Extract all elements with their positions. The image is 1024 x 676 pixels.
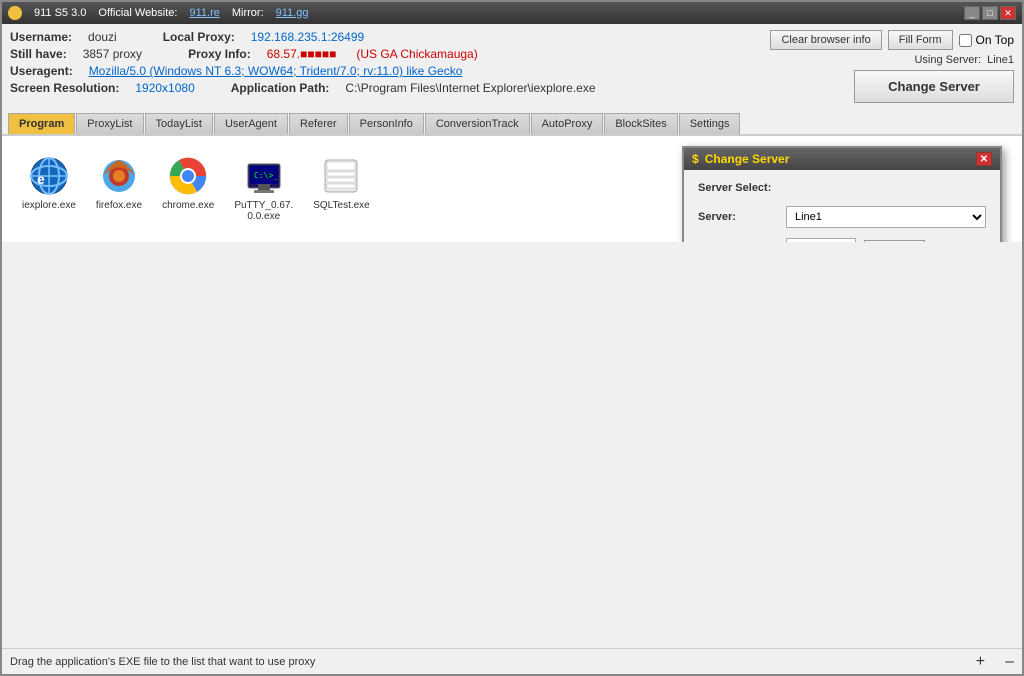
app-title: 911 S5 3.0 <box>34 7 86 19</box>
still-have-label: Still have: <box>10 47 67 61</box>
content-wrapper: e iexplore.exe firef <box>2 136 1022 648</box>
useragent-value: Mozilla/5.0 (Windows NT 6.3; WOW64; Trid… <box>89 64 463 78</box>
dialog-server-label: Server: <box>698 211 778 223</box>
change-server-dialog: $ Change Server ✕ Server Select: Server:… <box>682 146 1002 242</box>
tab-referer[interactable]: Referer <box>289 113 348 134</box>
putty-icon: C:\>_ <box>244 156 284 196</box>
still-have-value: 3857 proxy <box>83 47 142 61</box>
status-drag-text: Drag the application's EXE file to the l… <box>10 656 315 668</box>
app-path-label: Application Path: <box>231 81 330 95</box>
chrome-icon <box>168 156 208 196</box>
dialog-server-select[interactable]: Line1 Line2 Line3 <box>786 206 986 228</box>
iexplore-label: iexplore.exe <box>22 200 76 211</box>
local-proxy-value: 192.168.235.1:26499 <box>251 30 364 44</box>
tab-conversiontrack[interactable]: ConversionTrack <box>425 113 530 134</box>
fill-form-button[interactable]: Fill Form <box>888 30 953 50</box>
app-path-value: C:\Program Files\Internet Explorer\iexpl… <box>345 81 595 95</box>
dialog-server-row: Server: Line1 Line2 Line3 <box>698 206 986 228</box>
firefox-icon <box>99 156 139 196</box>
dialog-section-title: Server Select: <box>698 182 986 194</box>
app-icon-firefox[interactable]: firefox.exe <box>96 156 142 222</box>
tab-autoproxy[interactable]: AutoProxy <box>531 113 604 134</box>
maximize-button[interactable]: □ <box>982 6 998 20</box>
local-proxy-label: Local Proxy: <box>163 30 235 44</box>
proxy-info-label: Proxy Info: <box>188 47 251 61</box>
username-label: Username: <box>10 30 72 44</box>
sqltest-label: SQLTest.exe <box>313 200 370 211</box>
tab-blocksites[interactable]: BlockSites <box>604 113 677 134</box>
svg-text:e: e <box>37 171 45 187</box>
website-label: Official Website: <box>98 7 177 19</box>
chrome-label: chrome.exe <box>162 200 214 211</box>
title-bar-controls: _ □ ✕ <box>964 6 1016 20</box>
dialog-ping-input[interactable] <box>786 238 856 242</box>
minimize-button[interactable]: _ <box>964 6 980 20</box>
dialog-close-button[interactable]: ✕ <box>976 152 992 166</box>
main-window: 911 S5 3.0 Official Website: 911.re Mirr… <box>0 0 1024 676</box>
iexplore-icon: e <box>29 156 69 196</box>
dialog-title-text: Change Server <box>705 152 790 166</box>
sqltest-icon <box>321 156 361 196</box>
add-button[interactable]: + <box>976 653 985 671</box>
close-button[interactable]: ✕ <box>1000 6 1016 20</box>
putty-label: PuTTY_0.67.0.0.exe <box>234 200 293 222</box>
dialog-title-left: $ Change Server <box>692 152 789 166</box>
tabs-bar: Program ProxyList TodayList UserAgent Re… <box>2 109 1022 136</box>
proxy-location: (US GA Chickamauga) <box>356 47 477 61</box>
mirror-link[interactable]: 911.gg <box>276 7 309 19</box>
app-icon-iexplore[interactable]: e iexplore.exe <box>22 156 76 222</box>
clear-browser-button[interactable]: Clear browser info <box>770 30 881 50</box>
header-right-panel: Clear browser info Fill Form On Top Usin… <box>770 30 1014 103</box>
tab-settings[interactable]: Settings <box>679 113 741 134</box>
title-bar-icon <box>8 6 22 20</box>
dialog-ping-row: Ping Times: Check <box>698 238 986 242</box>
content-area: e iexplore.exe firef <box>2 136 1022 242</box>
status-bar: Drag the application's EXE file to the l… <box>2 648 1022 674</box>
dialog-dollar-icon: $ <box>692 152 699 166</box>
firefox-label: firefox.exe <box>96 200 142 211</box>
mirror-label: Mirror: <box>232 7 264 19</box>
screen-value: 1920x1080 <box>135 81 194 95</box>
header-info: Username: douzi Local Proxy: 192.168.235… <box>10 30 596 103</box>
tab-todaylist[interactable]: TodayList <box>145 113 213 134</box>
remove-button[interactable]: – <box>1005 653 1014 671</box>
using-server-value: Line1 <box>987 54 1014 66</box>
proxy-ip: 68.57.■■■■■ <box>267 47 337 61</box>
tab-useragent[interactable]: UserAgent <box>214 113 288 134</box>
on-top-label: On Top <box>976 33 1014 47</box>
tab-proxylist[interactable]: ProxyList <box>76 113 143 134</box>
status-buttons: + – <box>976 653 1014 671</box>
screen-label: Screen Resolution: <box>10 81 119 95</box>
dialog-title-bar: $ Change Server ✕ <box>684 148 1000 170</box>
title-bar: 911 S5 3.0 Official Website: 911.re Mirr… <box>2 2 1022 24</box>
on-top-checkbox[interactable] <box>959 34 972 47</box>
website-link[interactable]: 911.re <box>189 7 219 19</box>
using-server-label: Using Server: <box>914 54 981 66</box>
dialog-content: Server Select: Server: Line1 Line2 Line3… <box>684 170 1000 242</box>
svg-text:C:\>_: C:\>_ <box>254 171 278 180</box>
tab-personinfo[interactable]: PersonInfo <box>349 113 424 134</box>
useragent-label: Useragent: <box>10 64 73 78</box>
header-section: Username: douzi Local Proxy: 192.168.235… <box>2 24 1022 109</box>
app-icon-chrome[interactable]: chrome.exe <box>162 156 214 222</box>
dialog-check-button[interactable]: Check <box>864 240 925 242</box>
tab-program[interactable]: Program <box>8 113 75 134</box>
change-server-button-main[interactable]: Change Server <box>854 70 1014 103</box>
title-bar-left: 911 S5 3.0 Official Website: 911.re Mirr… <box>8 6 308 20</box>
username-value: douzi <box>88 30 117 44</box>
app-icon-putty[interactable]: C:\>_ PuTTY_0.67.0.0.exe <box>234 156 293 222</box>
app-icon-sqltest[interactable]: SQLTest.exe <box>313 156 370 222</box>
on-top-row: On Top <box>959 33 1014 47</box>
